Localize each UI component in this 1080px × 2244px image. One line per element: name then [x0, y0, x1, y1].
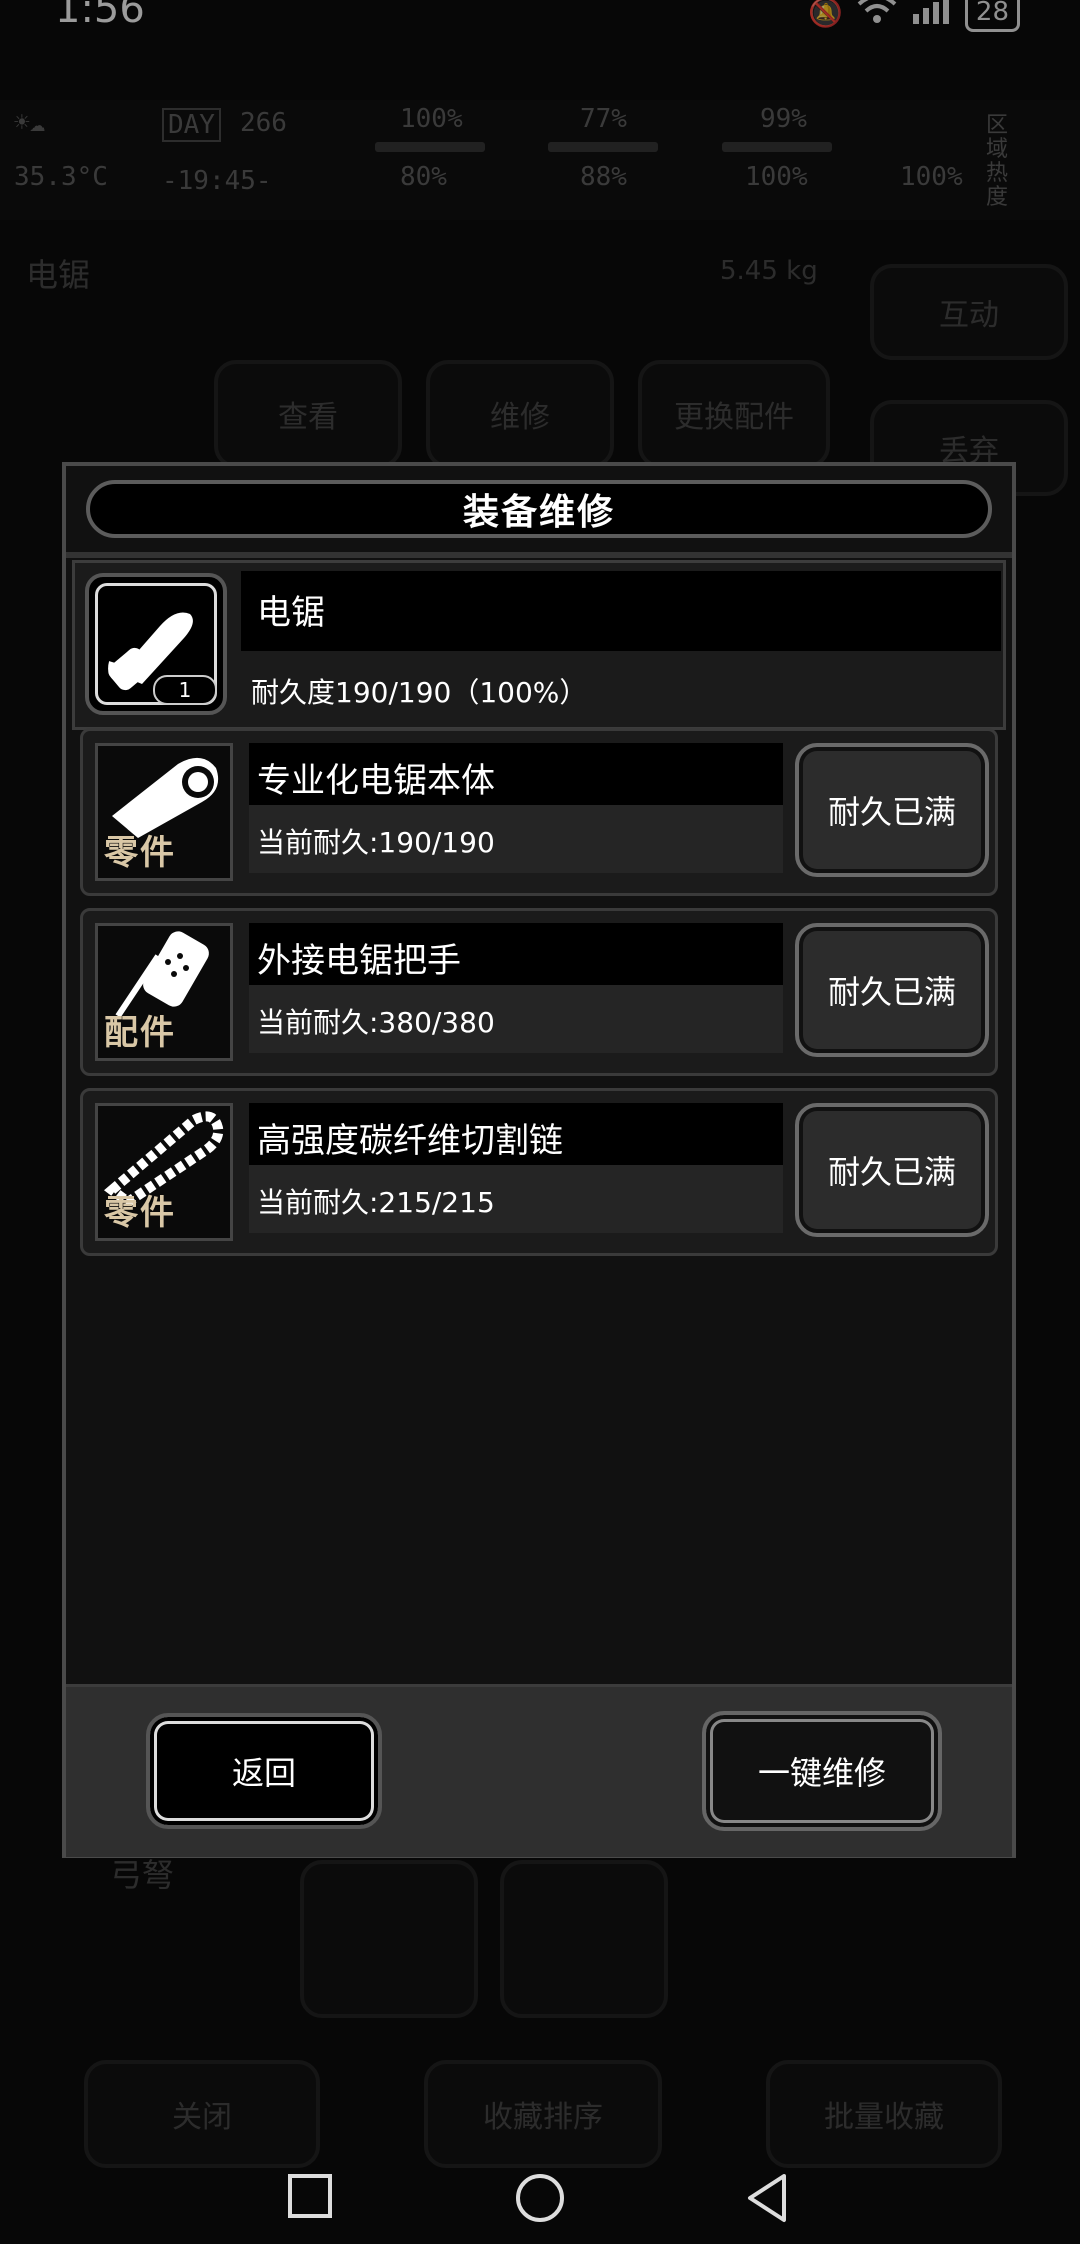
home-icon[interactable] [514, 2172, 566, 2228]
repair-all-button[interactable]: 一键维修 [702, 1711, 942, 1831]
main-item-name: 电锯 [257, 593, 325, 633]
main-item-slot[interactable]: 1 [85, 573, 227, 715]
part-name: 高强度碳纤维切割链 [257, 1121, 563, 1161]
part-durability-bar: 当前耐久:190/190 [249, 805, 783, 873]
part-name-bar: 专业化电锯本体 [249, 743, 783, 805]
part-row: 零件 高强度碳纤维切割链 当前耐久:215/215 耐久已满 [80, 1088, 998, 1256]
item-count: 1 [153, 675, 217, 705]
part-durability-bar: 当前耐久:215/215 [249, 1165, 783, 1233]
dialog-footer: 返回 一键维修 [66, 1684, 1012, 1857]
part-tag: 配件 [104, 1013, 176, 1053]
part-tag: 零件 [104, 1193, 176, 1233]
durability-full-button[interactable]: 耐久已满 [795, 923, 989, 1057]
part-durability: 当前耐久:190/190 [257, 826, 495, 859]
main-item-durability: 耐久度190/190（100%） [251, 676, 588, 709]
back-icon[interactable] [744, 2172, 792, 2228]
part-name-bar: 外接电锯把手 [249, 923, 783, 985]
part-slot[interactable]: 配件 [95, 923, 233, 1061]
part-durability: 当前耐久:380/380 [257, 1006, 495, 1039]
dialog-title-bar: 装备维修 [86, 480, 992, 538]
part-name: 专业化电锯本体 [257, 761, 495, 801]
dialog-title: 装备维修 [462, 492, 615, 533]
part-name: 外接电锯把手 [257, 941, 461, 981]
recents-icon[interactable] [286, 2172, 334, 2224]
part-slot[interactable]: 零件 [95, 1103, 233, 1241]
navigation-bar [0, 2160, 1080, 2244]
part-tag: 零件 [104, 833, 176, 873]
durability-full-button[interactable]: 耐久已满 [795, 1103, 989, 1237]
part-name-bar: 高强度碳纤维切割链 [249, 1103, 783, 1165]
durability-full-button[interactable]: 耐久已满 [795, 743, 989, 877]
main-item-row: 1 电锯 耐久度190/190（100%） [72, 560, 1006, 730]
divider [66, 552, 1012, 558]
part-durability-bar: 当前耐久:380/380 [249, 985, 783, 1053]
part-slot[interactable]: 零件 [95, 743, 233, 881]
part-durability: 当前耐久:215/215 [257, 1186, 495, 1219]
main-item-name-bar: 电锯 [241, 571, 1001, 651]
back-button[interactable]: 返回 [146, 1713, 382, 1829]
repair-dialog: 装备维修 1 电锯 耐久度190/190（100%） 零件 专业化电锯本体 当前… [62, 462, 1016, 1858]
part-row: 配件 外接电锯把手 当前耐久:380/380 耐久已满 [80, 908, 998, 1076]
part-row: 零件 专业化电锯本体 当前耐久:190/190 耐久已满 [80, 728, 998, 896]
